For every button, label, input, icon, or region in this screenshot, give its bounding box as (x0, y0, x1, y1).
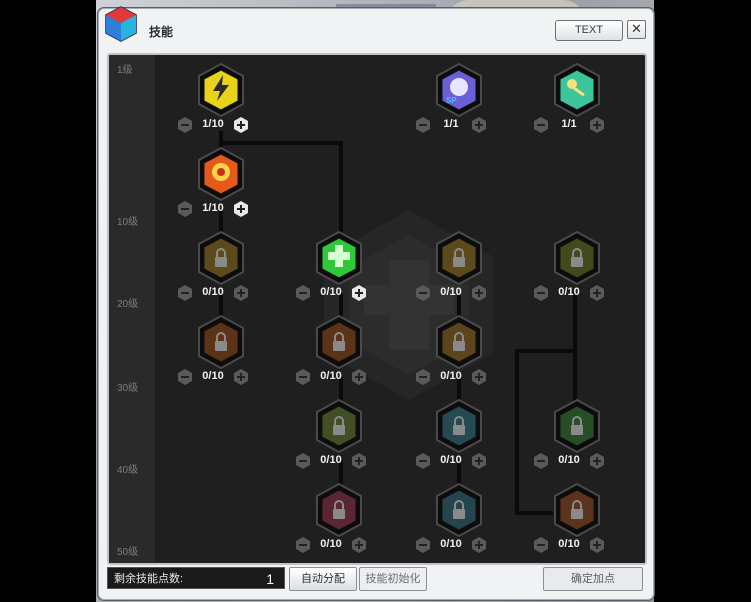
sp-skill-icon[interactable]: SP (435, 63, 483, 117)
minus-icon[interactable] (295, 453, 311, 469)
plus-icon[interactable] (351, 453, 367, 469)
minus-icon[interactable] (533, 453, 549, 469)
plus-icon[interactable] (471, 285, 487, 301)
skill-node-s11[interactable]: 0/10 (416, 315, 487, 385)
lightning-skill-icon[interactable] (197, 63, 245, 117)
minus-icon[interactable] (415, 453, 431, 469)
lock-icon[interactable] (435, 315, 483, 369)
skill-level-count: 0/10 (558, 286, 580, 298)
lock-icon[interactable] (315, 483, 363, 537)
plus-icon[interactable] (351, 285, 367, 301)
minus-icon[interactable] (177, 117, 193, 133)
skill-node-s6[interactable]: 0/10 (296, 231, 367, 301)
skill-level-count: 0/10 (202, 370, 224, 382)
remaining-points-box: 剩余技能点数: 1 (107, 567, 285, 589)
plus-icon[interactable] (589, 285, 605, 301)
window-title: 技能 (149, 25, 174, 39)
skill-level-count: 0/10 (440, 538, 462, 550)
plus-icon[interactable] (589, 117, 605, 133)
minus-icon[interactable] (177, 285, 193, 301)
skill-node-s3[interactable]: 1/1 (534, 63, 605, 133)
minus-icon[interactable] (415, 369, 431, 385)
plus-icon[interactable] (471, 453, 487, 469)
skill-node-s5[interactable]: 0/10 (178, 231, 249, 301)
skill-level-count: 0/10 (440, 370, 462, 382)
minus-icon[interactable] (415, 117, 431, 133)
plus-icon[interactable] (351, 369, 367, 385)
lock-icon[interactable] (553, 231, 601, 285)
skill-level-count: 1/1 (443, 118, 459, 130)
skill-level-count: 0/10 (320, 370, 342, 382)
lock-icon[interactable] (315, 315, 363, 369)
skill-window: 技能 TEXT ✕ 1级 10级 20级 30级 40级 50级 1/10 SP… (98, 6, 654, 600)
plus-icon[interactable] (589, 537, 605, 553)
skill-tree-panel: 1级 10级 20级 30级 40级 50级 1/10 SP 1/1 1/1 1… (107, 53, 647, 565)
skill-node-s12[interactable]: 0/10 (296, 399, 367, 469)
auto-assign-button[interactable]: 自动分配 (289, 567, 357, 591)
skill-node-s10[interactable]: 0/10 (296, 315, 367, 385)
minus-icon[interactable] (533, 537, 549, 553)
minus-icon[interactable] (177, 369, 193, 385)
lock-icon[interactable] (435, 483, 483, 537)
skill-node-s4[interactable]: 1/10 (178, 147, 249, 217)
skill-level-count: 1/10 (202, 202, 224, 214)
plus-icon[interactable] (351, 537, 367, 553)
close-button[interactable]: ✕ (627, 20, 646, 39)
lock-icon[interactable] (315, 399, 363, 453)
skill-level-count: 0/10 (440, 286, 462, 298)
skill-node-s13[interactable]: 0/10 (416, 399, 487, 469)
skill-node-s8[interactable]: 0/10 (534, 231, 605, 301)
skill-level-count: 0/10 (320, 454, 342, 466)
lock-icon[interactable] (197, 231, 245, 285)
lock-icon[interactable] (553, 399, 601, 453)
skill-node-s16[interactable]: 0/10 (416, 483, 487, 553)
lock-icon[interactable] (553, 483, 601, 537)
plus-icon[interactable] (471, 369, 487, 385)
minus-icon[interactable] (415, 285, 431, 301)
skill-node-s2[interactable]: SP 1/1 (416, 63, 487, 133)
minus-icon[interactable] (533, 285, 549, 301)
skill-node-s14[interactable]: 0/10 (534, 399, 605, 469)
skill-level-count: 0/10 (440, 454, 462, 466)
skill-level-count: 1/10 (202, 118, 224, 130)
remaining-points-value: 1 (266, 571, 274, 587)
skill-level-count: 0/10 (558, 538, 580, 550)
svg-text:SP: SP (446, 96, 457, 105)
skill-level-count: 1/1 (561, 118, 577, 130)
skill-level-count: 0/10 (202, 286, 224, 298)
skill-node-s15[interactable]: 0/10 (296, 483, 367, 553)
skill-window-cube-icon (105, 6, 137, 42)
skill-node-s9[interactable]: 0/10 (178, 315, 249, 385)
skill-node-s1[interactable]: 1/10 (178, 63, 249, 133)
skill-level-count: 0/10 (558, 454, 580, 466)
skill-level-count: 0/10 (320, 538, 342, 550)
minus-icon[interactable] (295, 369, 311, 385)
skill-footer: 剩余技能点数: 1 自动分配 技能初始化 确定加点 (107, 565, 643, 591)
text-toggle-button[interactable]: TEXT (555, 20, 623, 41)
remaining-points-label: 剩余技能点数: (114, 573, 184, 585)
plus-icon[interactable] (589, 453, 605, 469)
plus-icon[interactable] (233, 285, 249, 301)
lock-icon[interactable] (197, 315, 245, 369)
plus-icon[interactable] (233, 369, 249, 385)
lock-icon[interactable] (435, 399, 483, 453)
heal-skill-icon[interactable] (315, 231, 363, 285)
reset-skills-button[interactable]: 技能初始化 (359, 567, 427, 591)
skill-node-s7[interactable]: 0/10 (416, 231, 487, 301)
skill-node-s17[interactable]: 0/10 (534, 483, 605, 553)
skill-level-count: 0/10 (320, 286, 342, 298)
plus-icon[interactable] (471, 537, 487, 553)
plus-icon[interactable] (233, 201, 249, 217)
burst-skill-icon[interactable] (197, 147, 245, 201)
confirm-points-button[interactable]: 确定加点 (543, 567, 643, 591)
minus-icon[interactable] (295, 285, 311, 301)
minus-icon[interactable] (295, 537, 311, 553)
plus-icon[interactable] (233, 117, 249, 133)
minus-icon[interactable] (533, 117, 549, 133)
plus-icon[interactable] (471, 117, 487, 133)
key-skill-icon[interactable] (553, 63, 601, 117)
lock-icon[interactable] (435, 231, 483, 285)
minus-icon[interactable] (177, 201, 193, 217)
minus-icon[interactable] (415, 537, 431, 553)
